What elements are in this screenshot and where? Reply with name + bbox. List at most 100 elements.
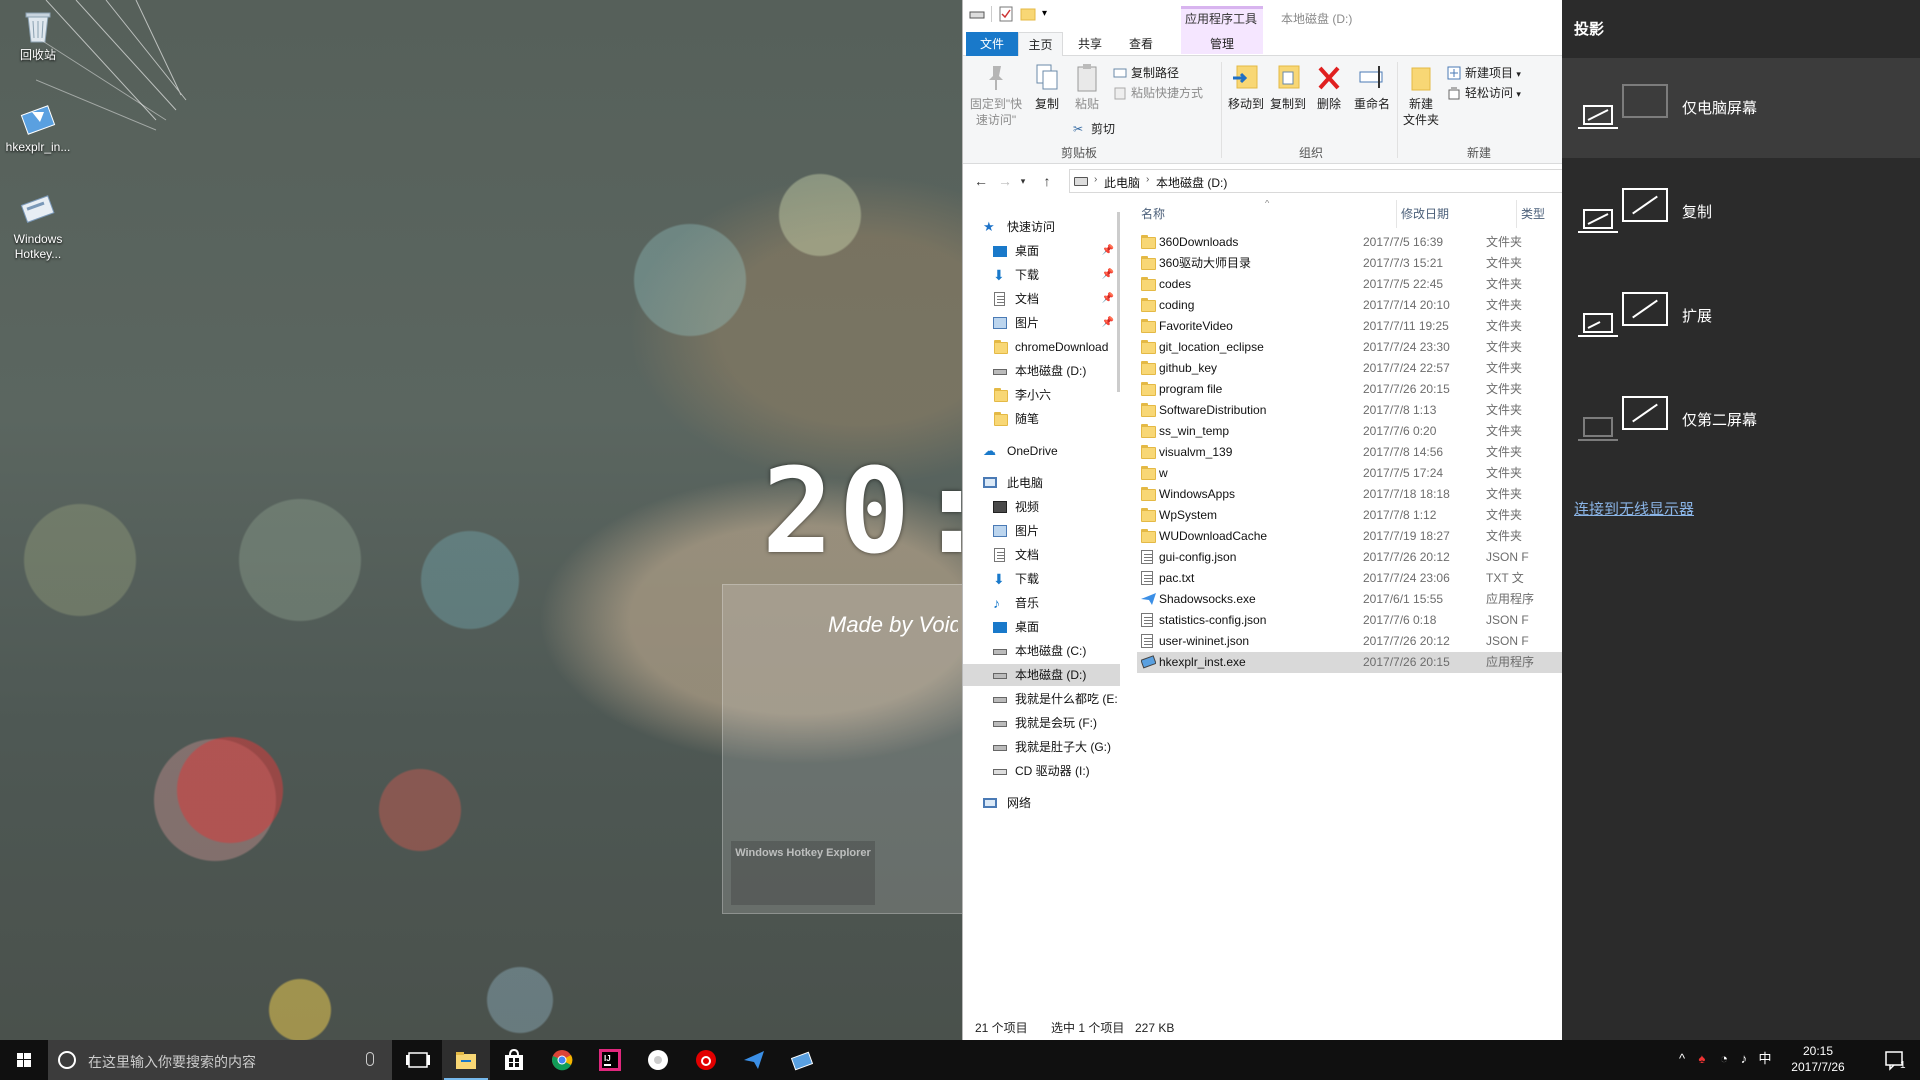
nav-item-suibi[interactable]: 随笔 xyxy=(963,408,1120,430)
nav-pc-videos[interactable]: 视频 xyxy=(963,496,1120,518)
nav-quick-access[interactable]: ★ 快速访问 xyxy=(963,216,1120,238)
rename-button[interactable]: 重命名 xyxy=(1351,62,1393,112)
nav-pc-disk-g[interactable]: 我就是肚子大 (G:) xyxy=(963,736,1120,758)
pin-icon[interactable]: 📌 xyxy=(1102,288,1114,310)
drive-icon[interactable] xyxy=(969,6,985,22)
nav-item-desktop[interactable]: 桌面 📌 xyxy=(963,240,1120,262)
nav-item-local-disk-d[interactable]: 本地磁盘 (D:) xyxy=(963,360,1120,382)
cortana-icon[interactable] xyxy=(58,1051,76,1069)
file-row[interactable]: WindowsApps 2017/7/18 18:18 文件夹 xyxy=(1137,484,1563,505)
file-row[interactable]: pac.txt 2017/7/24 23:06 TXT 文 xyxy=(1137,568,1563,589)
nav-pc-downloads[interactable]: ⬇ 下载 xyxy=(963,568,1120,590)
nav-pc-disk-f[interactable]: 我就是会玩 (F:) xyxy=(963,712,1120,734)
delete-button[interactable]: 删除 xyxy=(1311,62,1347,112)
pin-quick-access-button[interactable]: 固定到"快 速访问" xyxy=(967,62,1025,128)
new-folder-qat-icon[interactable] xyxy=(1020,6,1036,22)
copy-path-button[interactable]: 复制路径 xyxy=(1111,64,1179,82)
file-row[interactable]: statistics-config.json 2017/7/6 0:18 JSON … xyxy=(1137,610,1563,631)
tab-manage[interactable]: 管理 xyxy=(1181,32,1263,56)
pin-icon[interactable]: 📌 xyxy=(1102,240,1114,262)
tab-home[interactable]: 主页 xyxy=(1018,32,1063,57)
file-row[interactable]: w 2017/7/5 17:24 文件夹 xyxy=(1137,463,1563,484)
nav-pc-desktop[interactable]: 桌面 xyxy=(963,616,1120,638)
pin-icon[interactable]: 📌 xyxy=(1102,312,1114,334)
nav-pc-cd-drive[interactable]: CD 驱动器 (I:) xyxy=(963,760,1120,782)
column-header-type[interactable]: 类型 xyxy=(1517,200,1563,228)
recent-locations-chevron-icon[interactable]: ▾ xyxy=(1015,172,1031,190)
action-center-button[interactable]: 1 xyxy=(1870,1040,1920,1080)
new-folder-button[interactable]: 新建 文件夹 xyxy=(1399,62,1443,128)
paste-shortcut-button[interactable]: 粘贴快捷方式 xyxy=(1111,84,1203,102)
column-header-modified[interactable]: 修改日期 xyxy=(1397,200,1517,228)
taskbar-app-chrome[interactable] xyxy=(538,1040,586,1080)
forward-arrow-icon[interactable]: → xyxy=(997,172,1013,190)
taskbar-app-netease-music[interactable] xyxy=(682,1040,730,1080)
taskbar-app-shadowsocks[interactable] xyxy=(730,1040,778,1080)
nav-pane-scrollbar[interactable] xyxy=(1117,212,1120,392)
taskbar-app-intellij[interactable]: IJ xyxy=(586,1040,634,1080)
file-row[interactable]: hkexplr_inst.exe 2017/7/26 20:15 应用程序 xyxy=(1137,652,1563,673)
nav-item-lixiaoliu[interactable]: 李小六 xyxy=(963,384,1120,406)
nav-pc-disk-e[interactable]: 我就是什么都吃 (E: xyxy=(963,688,1120,710)
new-item-button[interactable]: 新建项目 ▾ xyxy=(1445,64,1521,82)
taskbar-app-installer[interactable] xyxy=(778,1040,826,1080)
paste-button[interactable]: 粘贴 xyxy=(1069,62,1105,112)
project-option-pc-only[interactable]: 仅电脑屏幕 xyxy=(1562,58,1920,158)
nav-item-documents[interactable]: 文档 📌 xyxy=(963,288,1120,310)
nav-pc-pictures[interactable]: 图片 xyxy=(963,520,1120,542)
start-button[interactable] xyxy=(0,1040,48,1080)
breadcrumb-chevron-icon[interactable]: › xyxy=(1094,174,1097,185)
pin-icon[interactable]: 📌 xyxy=(1102,264,1114,286)
nav-pc-disk-c[interactable]: 本地磁盘 (C:) xyxy=(963,640,1120,662)
task-view-button[interactable] xyxy=(394,1040,442,1080)
microphone-icon[interactable] xyxy=(366,1052,374,1066)
file-row[interactable]: github_key 2017/7/24 22:57 文件夹 xyxy=(1137,358,1563,379)
nav-network[interactable]: 网络 xyxy=(963,792,1120,814)
up-arrow-icon[interactable]: ↑ xyxy=(1039,172,1055,190)
file-row[interactable]: visualvm_139 2017/7/8 14:56 文件夹 xyxy=(1137,442,1563,463)
back-arrow-icon[interactable]: ← xyxy=(973,172,989,190)
tab-view[interactable]: 查看 xyxy=(1117,32,1165,56)
taskbar-clock[interactable]: 20:15 2017/7/26 xyxy=(1785,1043,1851,1075)
file-row[interactable]: gui-config.json 2017/7/26 20:12 JSON F xyxy=(1137,547,1563,568)
file-row[interactable]: program file 2017/7/26 20:15 文件夹 xyxy=(1137,379,1563,400)
project-option-duplicate[interactable]: 复制 xyxy=(1562,162,1920,262)
copy-to-button[interactable]: 复制到 xyxy=(1267,62,1309,112)
volume-icon[interactable]: ♪ xyxy=(1736,1051,1752,1067)
file-row[interactable]: 360驱动大师目录 2017/7/3 15:21 文件夹 xyxy=(1137,253,1563,274)
nav-onedrive[interactable]: ☁ OneDrive xyxy=(963,440,1120,462)
breadcrumb-drive-d[interactable]: 本地磁盘 (D:) xyxy=(1156,174,1227,191)
taskbar-app-media-player[interactable] xyxy=(634,1040,682,1080)
nav-this-pc[interactable]: 此电脑 xyxy=(963,472,1120,494)
file-row[interactable]: user-wininet.json 2017/7/26 20:12 JSON F xyxy=(1137,631,1563,652)
file-row[interactable]: SoftwareDistribution 2017/7/8 1:13 文件夹 xyxy=(1137,400,1563,421)
wifi-icon[interactable]: ◔ xyxy=(1716,1051,1732,1067)
file-row[interactable]: WpSystem 2017/7/8 1:12 文件夹 xyxy=(1137,505,1563,526)
taskbar-app-file-explorer[interactable] xyxy=(442,1040,490,1080)
tab-file[interactable]: 文件 xyxy=(966,32,1018,56)
ime-indicator[interactable]: 中 xyxy=(1756,1051,1774,1067)
project-option-second-only[interactable]: 仅第二屏幕 xyxy=(1562,370,1920,470)
nav-item-downloads[interactable]: ⬇ 下载 📌 xyxy=(963,264,1120,286)
address-bar[interactable]: › 此电脑 › 本地磁盘 (D:) xyxy=(1069,169,1563,193)
file-row[interactable]: Shadowsocks.exe 2017/6/1 15:55 应用程序 xyxy=(1137,589,1563,610)
file-row[interactable]: ss_win_temp 2017/7/6 0:20 文件夹 xyxy=(1137,421,1563,442)
show-hidden-icons-chevron-icon[interactable]: ^ xyxy=(1674,1051,1690,1067)
file-row[interactable]: WUDownloadCache 2017/7/19 18:27 文件夹 xyxy=(1137,526,1563,547)
customize-qat-icon[interactable]: ▾ xyxy=(1042,6,1058,22)
nav-item-chromedownload[interactable]: chromeDownload xyxy=(963,336,1120,358)
properties-icon[interactable] xyxy=(998,6,1014,22)
cut-button[interactable]: ✂ 剪切 xyxy=(1071,120,1115,138)
breadcrumb-chevron-icon[interactable]: › xyxy=(1146,174,1149,185)
project-option-extend[interactable]: 扩展 xyxy=(1562,266,1920,366)
file-row[interactable]: codes 2017/7/5 22:45 文件夹 xyxy=(1137,274,1563,295)
taskbar-app-store[interactable] xyxy=(490,1040,538,1080)
connect-wireless-display-link[interactable]: 连接到无线显示器 xyxy=(1574,498,1694,519)
file-row[interactable]: 360Downloads 2017/7/5 16:39 文件夹 xyxy=(1137,232,1563,253)
taskbar-search-box[interactable]: 在这里输入你要搜索的内容 xyxy=(48,1040,392,1080)
tab-share[interactable]: 共享 xyxy=(1063,32,1117,56)
nav-pc-disk-d[interactable]: 本地磁盘 (D:) xyxy=(963,664,1120,686)
file-row[interactable]: coding 2017/7/14 20:10 文件夹 xyxy=(1137,295,1563,316)
nav-pc-music[interactable]: ♪ 音乐 xyxy=(963,592,1120,614)
file-row[interactable]: git_location_eclipse 2017/7/24 23:30 文件夹 xyxy=(1137,337,1563,358)
